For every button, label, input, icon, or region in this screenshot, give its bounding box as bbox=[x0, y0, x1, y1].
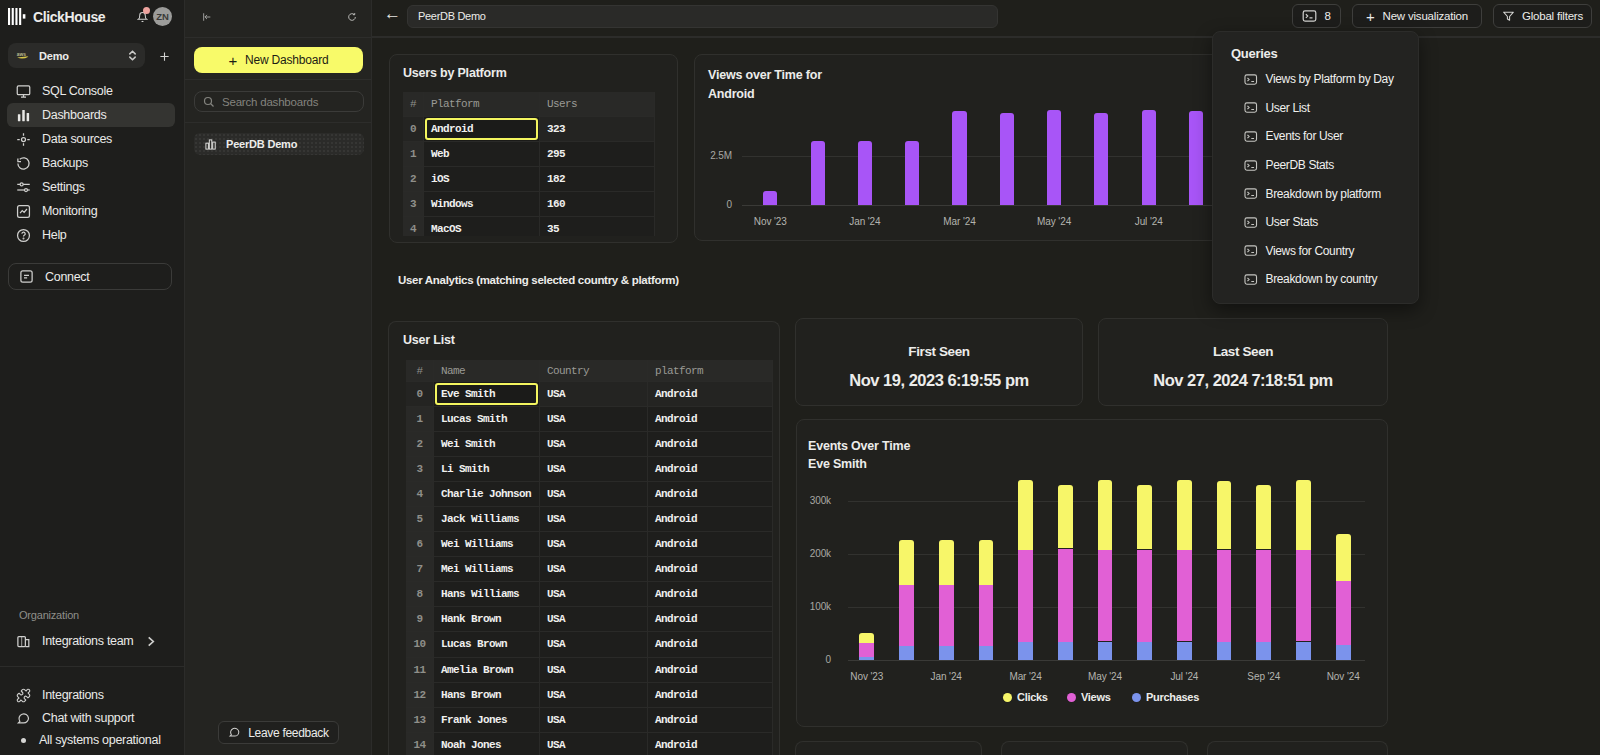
svg-text:aws: aws bbox=[17, 52, 26, 57]
